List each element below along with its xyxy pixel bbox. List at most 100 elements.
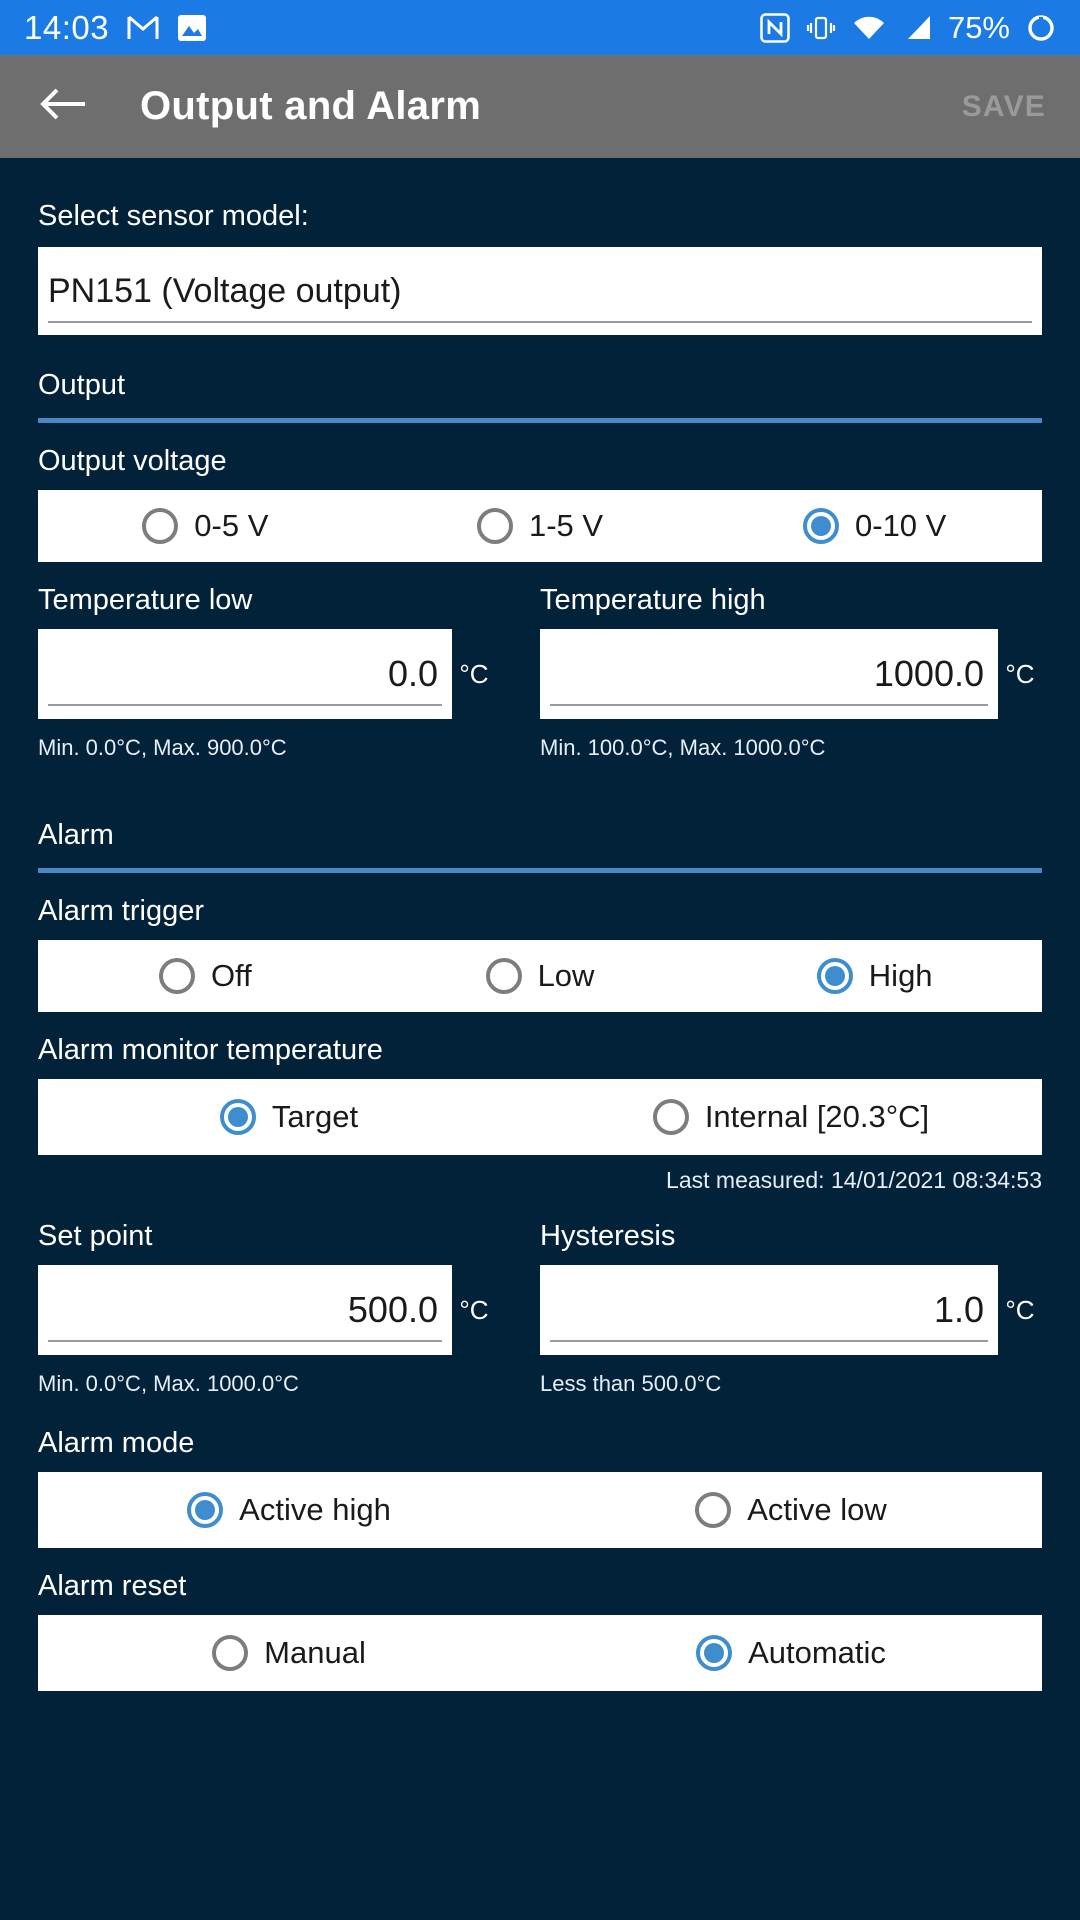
- set-point-hint: Min. 0.0°C, Max. 1000.0°C: [38, 1371, 299, 1396]
- alarm-monitor-temperature-label: Alarm monitor temperature: [38, 1034, 383, 1066]
- radio-label: Target: [271, 1099, 359, 1134]
- clock-text: 14:03: [24, 8, 110, 46]
- page-title: Output and Alarm: [140, 84, 482, 128]
- status-bar-right: 75%: [760, 10, 1056, 46]
- radio-icon[interactable]: [158, 958, 195, 994]
- alarm-monitor-radio-group: Target Internal [20.3°C]: [38, 1079, 1042, 1155]
- app-bar: Output and Alarm SAVE: [0, 55, 1080, 158]
- hysteresis-unit: °C: [1005, 1294, 1035, 1325]
- temperature-low-input[interactable]: 0.0: [38, 629, 452, 719]
- temperature-low-field: Temperature low 0.0 °C Min. 0.0°C, Max. …: [38, 584, 540, 761]
- save-button[interactable]: SAVE: [962, 90, 1052, 124]
- radio-option-low[interactable]: Low: [373, 958, 708, 994]
- set-point-input[interactable]: 500.0: [38, 1265, 452, 1355]
- status-bar: 14:03 75%: [0, 0, 1080, 55]
- alarm-section-title: Alarm: [38, 819, 114, 851]
- settings-form: Select sensor model: PN151 (Voltage outp…: [0, 200, 1080, 1691]
- output-section-rule: [38, 418, 1042, 423]
- output-section-title: Output: [38, 369, 126, 401]
- temperature-high-hint: Min. 100.0°C, Max. 1000.0°C: [540, 735, 826, 760]
- temperature-high-field: Temperature high 1000.0 °C Min. 100.0°C,…: [540, 584, 1042, 761]
- alarm-trigger-radio-group: Off Low High: [38, 940, 1042, 1012]
- radio-icon-selected[interactable]: [219, 1099, 256, 1135]
- radio-option-internal[interactable]: Internal [20.3°C]: [540, 1099, 1042, 1135]
- last-measured-text: Last measured: 14/01/2021 08:34:53: [666, 1167, 1042, 1193]
- cellular-signal-icon: [902, 14, 932, 42]
- temperature-low-value: 0.0: [387, 653, 438, 694]
- alarm-trigger-label: Alarm trigger: [38, 895, 204, 927]
- radio-option-off[interactable]: Off: [38, 958, 373, 994]
- temperature-low-label: Temperature low: [38, 584, 253, 616]
- status-bar-left: 14:03: [24, 9, 207, 47]
- radio-label: Active low: [747, 1492, 887, 1527]
- alarm-reset-label: Alarm reset: [38, 1570, 187, 1602]
- radio-option-high[interactable]: High: [707, 958, 1042, 994]
- setpoint-hysteresis-row: Set point 500.0 °C Min. 0.0°C, Max. 1000…: [38, 1220, 1042, 1397]
- radio-label: Automatic: [748, 1635, 886, 1670]
- radio-icon-selected[interactable]: [187, 1492, 224, 1528]
- radio-option-active-low[interactable]: Active low: [540, 1492, 1042, 1528]
- photos-icon: [177, 14, 207, 42]
- input-underline: [48, 704, 442, 706]
- back-button[interactable]: [28, 72, 98, 142]
- radio-option-active-high[interactable]: Active high: [38, 1492, 540, 1528]
- input-underline: [550, 704, 988, 706]
- alarm-section-header: Alarm: [38, 819, 1042, 873]
- sensor-model-label: Select sensor model:: [38, 200, 309, 232]
- hysteresis-input[interactable]: 1.0: [540, 1265, 998, 1355]
- battery-charging-icon: [1026, 13, 1056, 43]
- radio-label: Off: [210, 958, 252, 993]
- radio-icon[interactable]: [142, 508, 179, 544]
- radio-option-0-10v[interactable]: 0-10 V: [707, 508, 1042, 544]
- temperature-high-value: 1000.0: [873, 653, 984, 694]
- set-point-value: 500.0: [347, 1289, 438, 1330]
- temperature-low-hint: Min. 0.0°C, Max. 900.0°C: [38, 735, 287, 760]
- input-underline: [48, 1340, 442, 1342]
- radio-option-manual[interactable]: Manual: [38, 1635, 540, 1671]
- radio-icon[interactable]: [695, 1492, 732, 1528]
- radio-option-0-5v[interactable]: 0-5 V: [38, 508, 373, 544]
- hysteresis-field: Hysteresis 1.0 °C Less than 500.0°C: [540, 1220, 1042, 1397]
- radio-icon[interactable]: [652, 1099, 689, 1135]
- set-point-field: Set point 500.0 °C Min. 0.0°C, Max. 1000…: [38, 1220, 540, 1397]
- sensor-model-select[interactable]: PN151 (Voltage output): [38, 247, 1042, 335]
- radio-icon[interactable]: [485, 958, 522, 994]
- radio-label: High: [868, 958, 933, 993]
- temperature-range-row: Temperature low 0.0 °C Min. 0.0°C, Max. …: [38, 584, 1042, 761]
- radio-label: Internal [20.3°C]: [704, 1099, 930, 1134]
- alarm-reset-radio-group: Manual Automatic: [38, 1615, 1042, 1691]
- output-section-header: Output: [38, 369, 1042, 423]
- nfc-icon: [760, 12, 790, 43]
- vibrate-icon: [806, 13, 836, 43]
- temperature-low-unit: °C: [459, 658, 489, 689]
- set-point-unit: °C: [459, 1294, 489, 1325]
- set-point-label: Set point: [38, 1220, 153, 1252]
- radio-label: 1-5 V: [528, 508, 604, 543]
- alarm-section-rule: [38, 868, 1042, 873]
- radio-icon-selected[interactable]: [803, 508, 839, 544]
- radio-option-1-5v[interactable]: 1-5 V: [373, 508, 708, 544]
- back-arrow-icon: [39, 84, 87, 129]
- alarm-mode-label: Alarm mode: [38, 1427, 195, 1459]
- radio-icon-selected[interactable]: [816, 958, 853, 994]
- output-voltage-label: Output voltage: [38, 445, 227, 477]
- battery-percent-text: 75%: [947, 9, 1010, 45]
- temperature-high-label: Temperature high: [540, 584, 766, 616]
- radio-label: 0-10 V: [855, 508, 947, 543]
- radio-icon[interactable]: [212, 1635, 249, 1671]
- temperature-high-unit: °C: [1005, 658, 1035, 689]
- gmail-icon: [127, 15, 159, 41]
- hysteresis-value: 1.0: [933, 1289, 984, 1330]
- radio-icon-selected[interactable]: [696, 1635, 733, 1671]
- wifi-icon: [852, 14, 886, 42]
- temperature-high-input[interactable]: 1000.0: [540, 629, 998, 719]
- radio-label: 0-5 V: [194, 508, 269, 543]
- radio-label: Low: [537, 958, 595, 993]
- sensor-model-value: PN151 (Voltage output): [48, 271, 402, 310]
- radio-icon[interactable]: [476, 508, 513, 544]
- radio-label: Manual: [264, 1635, 366, 1670]
- radio-option-automatic[interactable]: Automatic: [540, 1635, 1042, 1671]
- sensor-model-underline: [48, 321, 1032, 323]
- radio-option-target[interactable]: Target: [38, 1099, 540, 1135]
- hysteresis-label: Hysteresis: [540, 1220, 676, 1252]
